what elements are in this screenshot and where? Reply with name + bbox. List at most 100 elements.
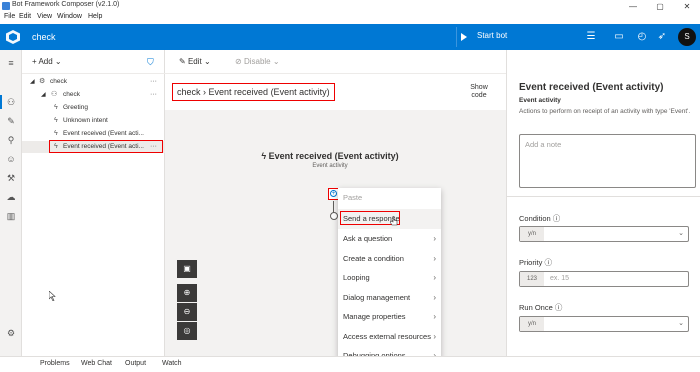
edit-button[interactable]: ✎ Edit ⌄ <box>179 57 211 66</box>
active-nav-indicator <box>0 95 2 109</box>
menu-item-label: Looping <box>343 273 370 282</box>
window-titlebar: Bot Framework Composer (v2.1.0) — ▢ ✕ <box>0 0 700 13</box>
condition-field[interactable]: y/n ⌄ <box>519 226 689 242</box>
zoom-in-icon[interactable]: ⊕ <box>177 284 197 302</box>
chevron-right-icon: › <box>433 332 436 341</box>
info-icon: ⓘ <box>544 258 552 267</box>
run-once-field[interactable]: y/n ⌄ <box>519 316 689 332</box>
canvas-toolbar: ✎ Edit ⌄ ⊘ Disable ⌄ <box>165 50 506 74</box>
close-window-button[interactable]: ✕ <box>674 0 700 13</box>
menu-item-paste[interactable]: Paste <box>338 188 441 208</box>
tree-item-unknown-intent[interactable]: ϟ Unknown intent <box>22 115 165 127</box>
breadcrumb-bar: check › Event received (Event activity) … <box>165 74 506 110</box>
menu-item-ask-a-question[interactable]: Ask a question › <box>338 229 441 249</box>
menu-item-access-external-resources[interactable]: Access external resources › <box>338 327 441 347</box>
tab-web-chat[interactable]: Web Chat <box>81 360 112 367</box>
menu-item-send-a-response[interactable]: Send a response <box>338 209 441 229</box>
tab-watch[interactable]: Watch <box>162 360 182 367</box>
tree-item-label: Event received (Event acti... <box>63 130 144 137</box>
minimap-icon[interactable]: ▣ <box>177 260 197 278</box>
menu-item-dialog-management[interactable]: Dialog management › <box>338 288 441 308</box>
run-once-label-text: Run Once <box>519 303 553 312</box>
publish-icon[interactable]: ☁ <box>4 190 18 204</box>
tree-item-greeting[interactable]: ϟ Greeting <box>22 102 165 114</box>
chevron-right-icon: › <box>433 312 436 321</box>
dialog-icon: ⚇ <box>51 91 58 98</box>
menu-file[interactable]: File <box>4 13 15 20</box>
filter-icon[interactable]: ⛉ <box>147 57 154 68</box>
breadcrumb: check › Event received (Event activity) <box>172 83 335 101</box>
bot-responses-icon[interactable]: ✎ <box>4 114 18 128</box>
chevron-right-icon: › <box>433 293 436 302</box>
menu-item-create-a-condition[interactable]: Create a condition › <box>338 249 441 269</box>
type-badge[interactable]: y/n <box>520 317 544 331</box>
skills-icon[interactable]: ⚒ <box>4 171 18 185</box>
visual-editor-canvas[interactable]: check › Event received (Event activity) … <box>165 74 506 356</box>
settings-gear-icon[interactable]: ⚙ <box>4 326 18 340</box>
menu-edit[interactable]: Edit <box>19 13 31 20</box>
breadcrumb-root[interactable]: check <box>177 87 201 97</box>
menu-item-looping[interactable]: Looping › <box>338 268 441 288</box>
menu-bar: File Edit View Window Help <box>0 13 700 24</box>
mouse-pointer-icon <box>49 291 56 301</box>
chevron-down-icon[interactable]: ⌄ <box>678 227 684 241</box>
type-badge[interactable]: y/n <box>520 227 544 241</box>
debug-panel-tabs: Problems Web Chat Output Watch <box>0 356 700 372</box>
fit-to-screen-icon[interactable]: ◎ <box>177 322 197 340</box>
tree-item-label: Greeting <box>63 104 88 111</box>
menu-window[interactable]: Window <box>57 13 82 20</box>
add-button[interactable]: + Add ⌄ <box>32 57 62 66</box>
more-options-icon[interactable]: ··· <box>150 89 157 101</box>
package-manager-icon[interactable]: ▥ <box>4 209 18 223</box>
disable-button[interactable]: ⊘ Disable ⌄ <box>235 57 280 66</box>
menu-view[interactable]: View <box>37 13 52 20</box>
chat-icon[interactable]: ▭ <box>612 30 626 44</box>
tree-item-dialog-check[interactable]: ◢ ⚇ check ··· <box>22 89 165 101</box>
breadcrumb-current[interactable]: Event received (Event activity) <box>209 87 330 97</box>
trigger-icon: ϟ <box>54 130 58 137</box>
tree-item-bot-check[interactable]: ◢ ⚙ check ··· <box>22 76 165 88</box>
chevron-right-icon: › <box>433 254 436 263</box>
trigger-icon: ϟ <box>54 104 58 111</box>
tree-item-label: Unknown intent <box>63 117 108 124</box>
menu-item-manage-properties[interactable]: Manage properties › <box>338 307 441 327</box>
publish-rocket-icon[interactable]: ➶ <box>655 30 669 44</box>
priority-field[interactable]: 123 ex. 15 <box>519 271 689 287</box>
trigger-node-subtitle: Event activity <box>312 163 348 169</box>
menu-help[interactable]: Help <box>88 13 102 20</box>
design-icon[interactable]: ⚇ <box>4 95 18 109</box>
menu-item-label: Paste <box>343 193 363 202</box>
caret-down-icon[interactable]: ◢ <box>41 89 46 101</box>
hamburger-icon[interactable]: ≡ <box>4 56 18 70</box>
priority-label: Priority ⓘ <box>519 257 552 268</box>
trigger-node-title[interactable]: ϟ Event received (Event activity) <box>255 151 405 161</box>
note-textarea[interactable]: Add a note <box>519 134 696 188</box>
add-label: Add <box>38 57 53 66</box>
properties-panel: Event received (Event activity) Event ac… <box>506 50 700 356</box>
divider <box>507 196 700 197</box>
zoom-out-icon[interactable]: ⊖ <box>177 303 197 321</box>
more-options-icon[interactable]: ··· <box>150 76 157 88</box>
chevron-right-icon: › <box>433 234 436 243</box>
minimize-button[interactable]: — <box>620 0 646 13</box>
chevron-right-icon: › <box>433 273 436 282</box>
maximize-button[interactable]: ▢ <box>647 0 673 13</box>
hand-cursor-icon <box>390 216 398 226</box>
menu-item-label: Dialog management <box>343 293 411 302</box>
bot-settings-icon[interactable]: ☰ <box>584 30 598 44</box>
type-badge[interactable]: 123 <box>520 272 544 286</box>
tree-item-event-received-1[interactable]: ϟ Event received (Event acti... <box>22 128 165 140</box>
tab-output[interactable]: Output <box>125 360 146 367</box>
tab-problems[interactable]: Problems <box>40 360 70 367</box>
chevron-down-icon[interactable]: ⌄ <box>678 317 684 331</box>
notifications-icon[interactable]: ◴ <box>635 30 649 44</box>
bot-name: check <box>32 32 56 42</box>
start-bot-button[interactable]: Start bot <box>456 27 576 47</box>
knowledge-icon[interactable]: ⚲ <box>4 133 18 147</box>
show-code-button[interactable]: Show code <box>465 84 493 100</box>
menu-item-label: Access external resources <box>343 332 431 341</box>
user-input-icon[interactable]: ☺ <box>4 152 18 166</box>
avatar[interactable]: S <box>678 28 696 46</box>
caret-down-icon[interactable]: ◢ <box>30 76 35 88</box>
app-header: check Start bot ☰ ▭ ◴ ➶ S <box>0 24 700 50</box>
